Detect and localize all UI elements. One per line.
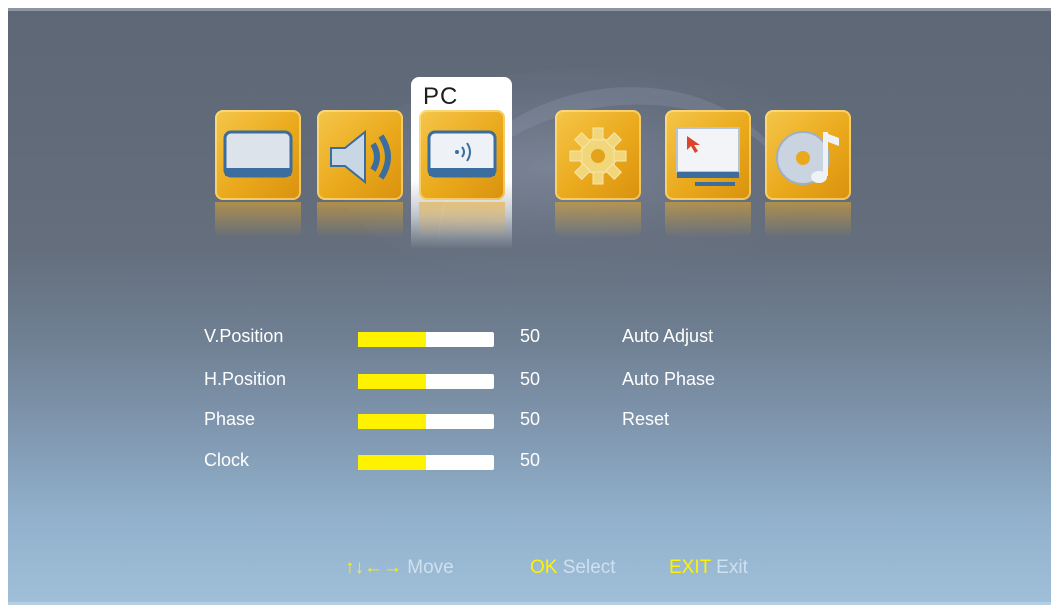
clock-slider[interactable] bbox=[358, 455, 494, 470]
arrow-keys-icon: ↑↓←→ bbox=[345, 557, 402, 578]
footer-select-hint: OK Select bbox=[530, 557, 616, 579]
phase-value: 50 bbox=[520, 409, 541, 429]
v-position-slider[interactable] bbox=[358, 332, 494, 347]
tab-setup[interactable] bbox=[555, 110, 641, 200]
tab-pc[interactable] bbox=[419, 110, 505, 200]
auto-phase-button[interactable]: Auto Phase bbox=[622, 369, 715, 390]
setting-label-phase: Phase bbox=[204, 409, 256, 429]
setting-label-v-position: V.Position bbox=[204, 326, 284, 346]
tab-media-reflection bbox=[765, 202, 851, 238]
tab-setup-reflection bbox=[555, 202, 641, 238]
gear-icon bbox=[569, 127, 627, 185]
media-disc-music-icon bbox=[776, 131, 839, 185]
tab-pc-title: PC bbox=[423, 83, 459, 110]
footer-move-hint: ↑↓←→ Move bbox=[345, 557, 454, 579]
h-position-slider[interactable] bbox=[358, 374, 494, 389]
footer-exit-key: EXIT bbox=[669, 557, 711, 578]
footer-select-label: Select bbox=[562, 557, 616, 578]
h-position-slider-fill bbox=[358, 374, 426, 389]
top-border bbox=[8, 8, 1051, 11]
setting-label-h-position: H.Position bbox=[204, 369, 287, 389]
footer-move-label: Move bbox=[407, 557, 454, 578]
pointer-screen-icon bbox=[676, 127, 740, 186]
auto-adjust-button[interactable]: Auto Adjust bbox=[622, 326, 713, 347]
sound-speaker-icon bbox=[330, 129, 391, 185]
clock-slider-fill bbox=[358, 455, 426, 470]
phase-slider[interactable] bbox=[358, 414, 494, 429]
v-position-slider-fill bbox=[358, 332, 426, 347]
tab-picture[interactable] bbox=[215, 110, 301, 200]
phase-slider-fill bbox=[358, 414, 426, 429]
clock-value: 50 bbox=[520, 450, 541, 470]
tab-sound-reflection bbox=[317, 202, 403, 238]
picture-monitor-icon bbox=[223, 130, 293, 178]
bottom-border bbox=[8, 602, 1051, 605]
footer-ok-key: OK bbox=[530, 557, 558, 578]
pc-monitor-icon bbox=[427, 130, 497, 178]
osd-menu: PC V.Position 50 H.Position 50 Phase 50 … bbox=[8, 8, 1051, 605]
v-position-value: 50 bbox=[520, 326, 541, 346]
reset-button[interactable]: Reset bbox=[622, 409, 669, 430]
tab-time[interactable] bbox=[665, 110, 751, 200]
setting-label-clock: Clock bbox=[204, 450, 250, 470]
tab-sound[interactable] bbox=[317, 110, 403, 200]
tab-media[interactable] bbox=[765, 110, 851, 200]
footer-exit-hint: EXIT Exit bbox=[669, 557, 748, 579]
tab-time-reflection bbox=[665, 202, 751, 238]
footer-exit-label: Exit bbox=[716, 557, 748, 578]
h-position-value: 50 bbox=[520, 369, 541, 389]
tab-picture-reflection bbox=[215, 202, 301, 238]
tab-pc-reflection bbox=[419, 202, 505, 238]
